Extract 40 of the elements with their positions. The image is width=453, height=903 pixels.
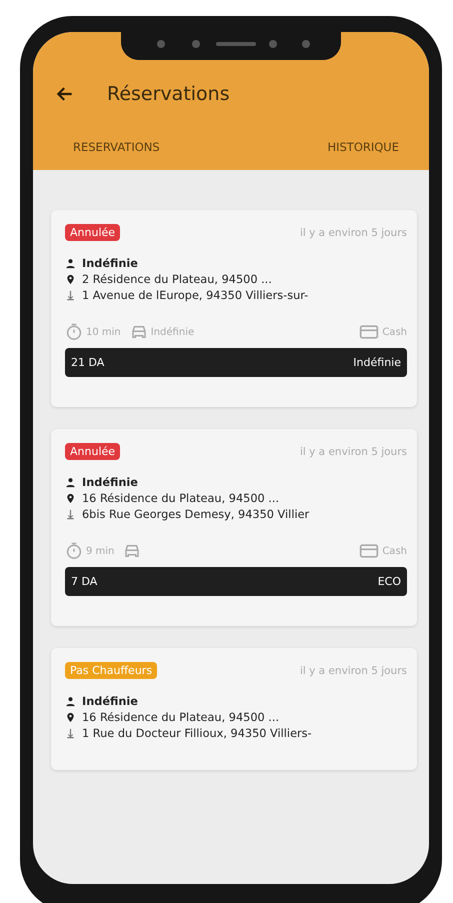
price: 21 DA bbox=[71, 356, 104, 369]
price: 7 DA bbox=[71, 575, 98, 588]
car-icon bbox=[123, 542, 142, 560]
tab[interactable]: HISTORIQUE bbox=[327, 136, 399, 158]
dropoff-address: 6bis Rue Georges Demesy, 94350 Villier bbox=[82, 508, 310, 521]
car-icon bbox=[130, 323, 148, 341]
person-icon bbox=[65, 477, 76, 488]
vehicle-type: Indéfinie bbox=[150, 326, 194, 338]
trip-duration: 9 min bbox=[86, 546, 114, 556]
time-ago: il y a environ 5 jours bbox=[300, 664, 407, 676]
location-pin-icon bbox=[65, 712, 76, 723]
status-badge: Annulée bbox=[65, 224, 120, 241]
person-icon bbox=[65, 258, 76, 269]
ride-category: ECO bbox=[378, 575, 401, 588]
destination-icon bbox=[65, 509, 76, 520]
time-ago: il y a environ 5 jours bbox=[300, 446, 407, 458]
location-pin-icon bbox=[65, 274, 76, 285]
stopwatch-icon bbox=[65, 323, 83, 341]
client-name: Indéfinie bbox=[82, 257, 138, 270]
payment-method: Cash bbox=[382, 326, 407, 338]
pickup-address: 16 Résidence du Plateau, 94500 ... bbox=[82, 492, 280, 505]
pickup-address: 16 Résidence du Plateau, 94500 ... bbox=[82, 711, 280, 724]
dropoff-address: 1 Rue du Docteur Fillioux, 94350 Villiers- bbox=[82, 727, 312, 740]
dropoff-address: 1 Avenue de lEurope, 94350 Villiers-sur- bbox=[82, 289, 308, 302]
location-pin-icon bbox=[65, 493, 76, 504]
ride-category: Indéfinie bbox=[353, 356, 401, 369]
status-badge: Pas Chauffeurs bbox=[65, 662, 158, 679]
time-ago: il y a environ 5 jours bbox=[300, 226, 407, 238]
pickup-address: 2 Résidence du Plateau, 94500 ... bbox=[82, 273, 272, 286]
status-badge: Annulée bbox=[65, 443, 120, 460]
payment-method: Cash bbox=[382, 546, 407, 556]
destination-icon bbox=[65, 728, 76, 739]
screen-title: Réservations bbox=[107, 83, 230, 105]
person-icon bbox=[65, 696, 76, 707]
client-name: Indéfinie bbox=[82, 695, 138, 708]
client-name: Indéfinie bbox=[82, 476, 138, 489]
tab[interactable]: RESERVATIONS bbox=[73, 136, 160, 158]
stopwatch-icon bbox=[65, 542, 83, 560]
destination-icon bbox=[65, 290, 76, 301]
trip-duration: 10 min bbox=[86, 326, 121, 338]
